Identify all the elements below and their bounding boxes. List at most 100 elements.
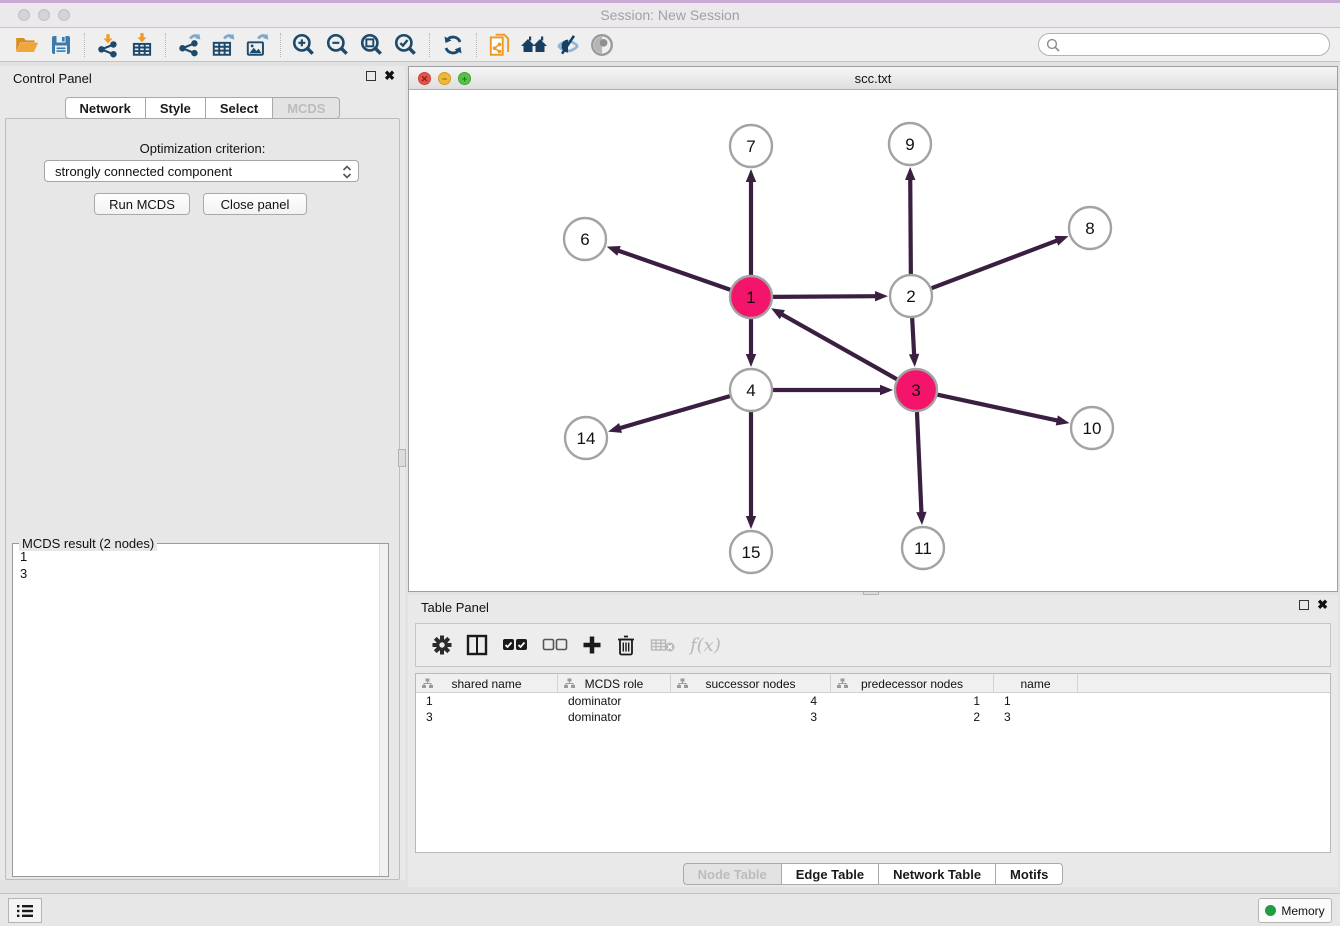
settings-gear-icon [432, 635, 452, 655]
edge-2-9[interactable] [910, 178, 911, 274]
export-image-icon [244, 32, 270, 58]
zoom-in-button[interactable] [287, 30, 321, 60]
mcds-result-lines: 13 [20, 548, 27, 582]
edge-2-8[interactable] [932, 240, 1059, 288]
search-input[interactable] [1065, 35, 1323, 54]
task-history-button[interactable] [8, 898, 42, 923]
column-label: successor nodes [705, 677, 795, 691]
cell-shared-name: 1 [416, 693, 558, 709]
import-table-button[interactable] [125, 30, 159, 60]
export-network-button[interactable] [172, 30, 206, 60]
zoom-out-button[interactable] [321, 30, 355, 60]
export-table-button[interactable] [206, 30, 240, 60]
result-line: 3 [20, 565, 27, 582]
tab-edge-table[interactable]: Edge Table [782, 863, 879, 885]
memory-button[interactable]: Memory [1258, 898, 1332, 923]
refresh-button[interactable] [436, 30, 470, 60]
tab-mcds[interactable]: MCDS [273, 97, 340, 119]
column-header-successor-nodes[interactable]: successor nodes [671, 674, 831, 693]
show-all-button[interactable] [585, 30, 619, 60]
column-header-predecessor-nodes[interactable]: predecessor nodes [831, 674, 994, 693]
mcds-result-legend: MCDS result (2 nodes) [19, 536, 157, 551]
tab-motifs[interactable]: Motifs [996, 863, 1063, 885]
first-neighbors-icon [520, 32, 548, 58]
arrowhead-2-8 [1054, 236, 1068, 246]
cell-predecessor-nodes: 2 [831, 709, 994, 725]
node-label-14: 14 [577, 429, 596, 448]
cell-name: 1 [994, 693, 1078, 709]
edge-3-11[interactable] [917, 412, 922, 514]
table-settings-button[interactable] [432, 635, 452, 655]
edge-3-1[interactable] [781, 314, 897, 380]
deselect-all-button[interactable] [542, 638, 568, 652]
cell-MCDS-role: dominator [558, 709, 671, 725]
delete-column-button[interactable] [616, 634, 636, 656]
table-row[interactable]: 3dominator323 [416, 709, 1330, 725]
result-scrollbar[interactable] [379, 544, 388, 876]
status-bar: Memory [0, 893, 1340, 926]
edge-1-6[interactable] [617, 250, 730, 290]
open-session-button[interactable] [10, 30, 44, 60]
cell-successor-nodes: 3 [671, 709, 831, 725]
first-neighbors-button[interactable] [517, 30, 551, 60]
tab-style[interactable]: Style [146, 97, 206, 119]
close-panel-icon[interactable]: ✖ [384, 71, 395, 81]
hide-selected-button[interactable] [551, 30, 585, 60]
zoom-selected-button[interactable] [389, 30, 423, 60]
vertical-splitter-handle[interactable] [398, 449, 406, 467]
edge-1-2[interactable] [773, 296, 877, 297]
edge-4-14[interactable] [619, 396, 730, 428]
mcds-result-box: MCDS result (2 nodes) 13 [12, 543, 389, 877]
zoom-fit-button[interactable] [355, 30, 389, 60]
function-builder-button[interactable]: f(x) [690, 635, 721, 656]
save-session-button[interactable] [44, 30, 78, 60]
edge-3-10[interactable] [938, 395, 1059, 421]
import-network-button[interactable] [91, 30, 125, 60]
tab-node-table[interactable]: Node Table [683, 863, 782, 885]
table-panel-title: Table Panel [421, 600, 489, 615]
arrowhead-1-7 [746, 169, 756, 182]
zoom-selected-icon [393, 32, 419, 58]
table-row[interactable]: 1dominator411 [416, 693, 1330, 709]
deselect-all-icon [542, 638, 568, 652]
edge-2-3[interactable] [912, 318, 914, 356]
float-panel-icon[interactable] [366, 71, 376, 81]
add-icon [582, 635, 602, 655]
column-header-MCDS-role[interactable]: MCDS role [558, 674, 671, 693]
column-header-name[interactable]: name [994, 674, 1078, 693]
new-network-from-selection-button[interactable] [483, 30, 517, 60]
delete-icon [616, 634, 636, 656]
node-label-7: 7 [746, 137, 755, 156]
tab-network[interactable]: Network [65, 97, 146, 119]
node-label-3: 3 [911, 381, 920, 400]
column-label: predecessor nodes [861, 677, 963, 691]
refresh-icon [441, 33, 465, 57]
search-icon [1046, 38, 1061, 53]
node-table[interactable]: shared nameMCDS role successor nodes prede… [415, 673, 1331, 853]
table-toolbar: f(x) [415, 623, 1331, 667]
optimization-criterion-label: Optimization criterion: [6, 141, 399, 156]
arrowhead-1-4 [746, 354, 756, 367]
close-panel-button[interactable]: Close panel [203, 193, 307, 215]
network-canvas[interactable]: 7968124314101511 [409, 90, 1337, 591]
cell-shared-name: 3 [416, 709, 558, 725]
column-header-shared-name[interactable]: shared name [416, 674, 558, 693]
dropdown-stepper-icon [340, 162, 354, 182]
zoom-out-icon [325, 32, 351, 58]
select-all-button[interactable] [502, 638, 528, 652]
optimization-criterion-select[interactable]: strongly connected component [44, 160, 359, 182]
tab-select[interactable]: Select [206, 97, 273, 119]
arrowhead-1-2 [875, 291, 888, 301]
selected-criterion: strongly connected component [55, 164, 232, 179]
export-image-button[interactable] [240, 30, 274, 60]
close-panel-icon[interactable]: ✖ [1317, 600, 1328, 610]
tab-network-table[interactable]: Network Table [879, 863, 996, 885]
delete-table-button[interactable] [650, 636, 676, 654]
node-label-9: 9 [905, 135, 914, 154]
arrowhead-3-1 [771, 308, 785, 319]
toolbar-separator [476, 33, 477, 57]
create-column-button[interactable] [582, 635, 602, 655]
run-mcds-button[interactable]: Run MCDS [94, 193, 190, 215]
show-column-panel-button[interactable] [466, 634, 488, 656]
float-panel-icon[interactable] [1299, 600, 1309, 610]
